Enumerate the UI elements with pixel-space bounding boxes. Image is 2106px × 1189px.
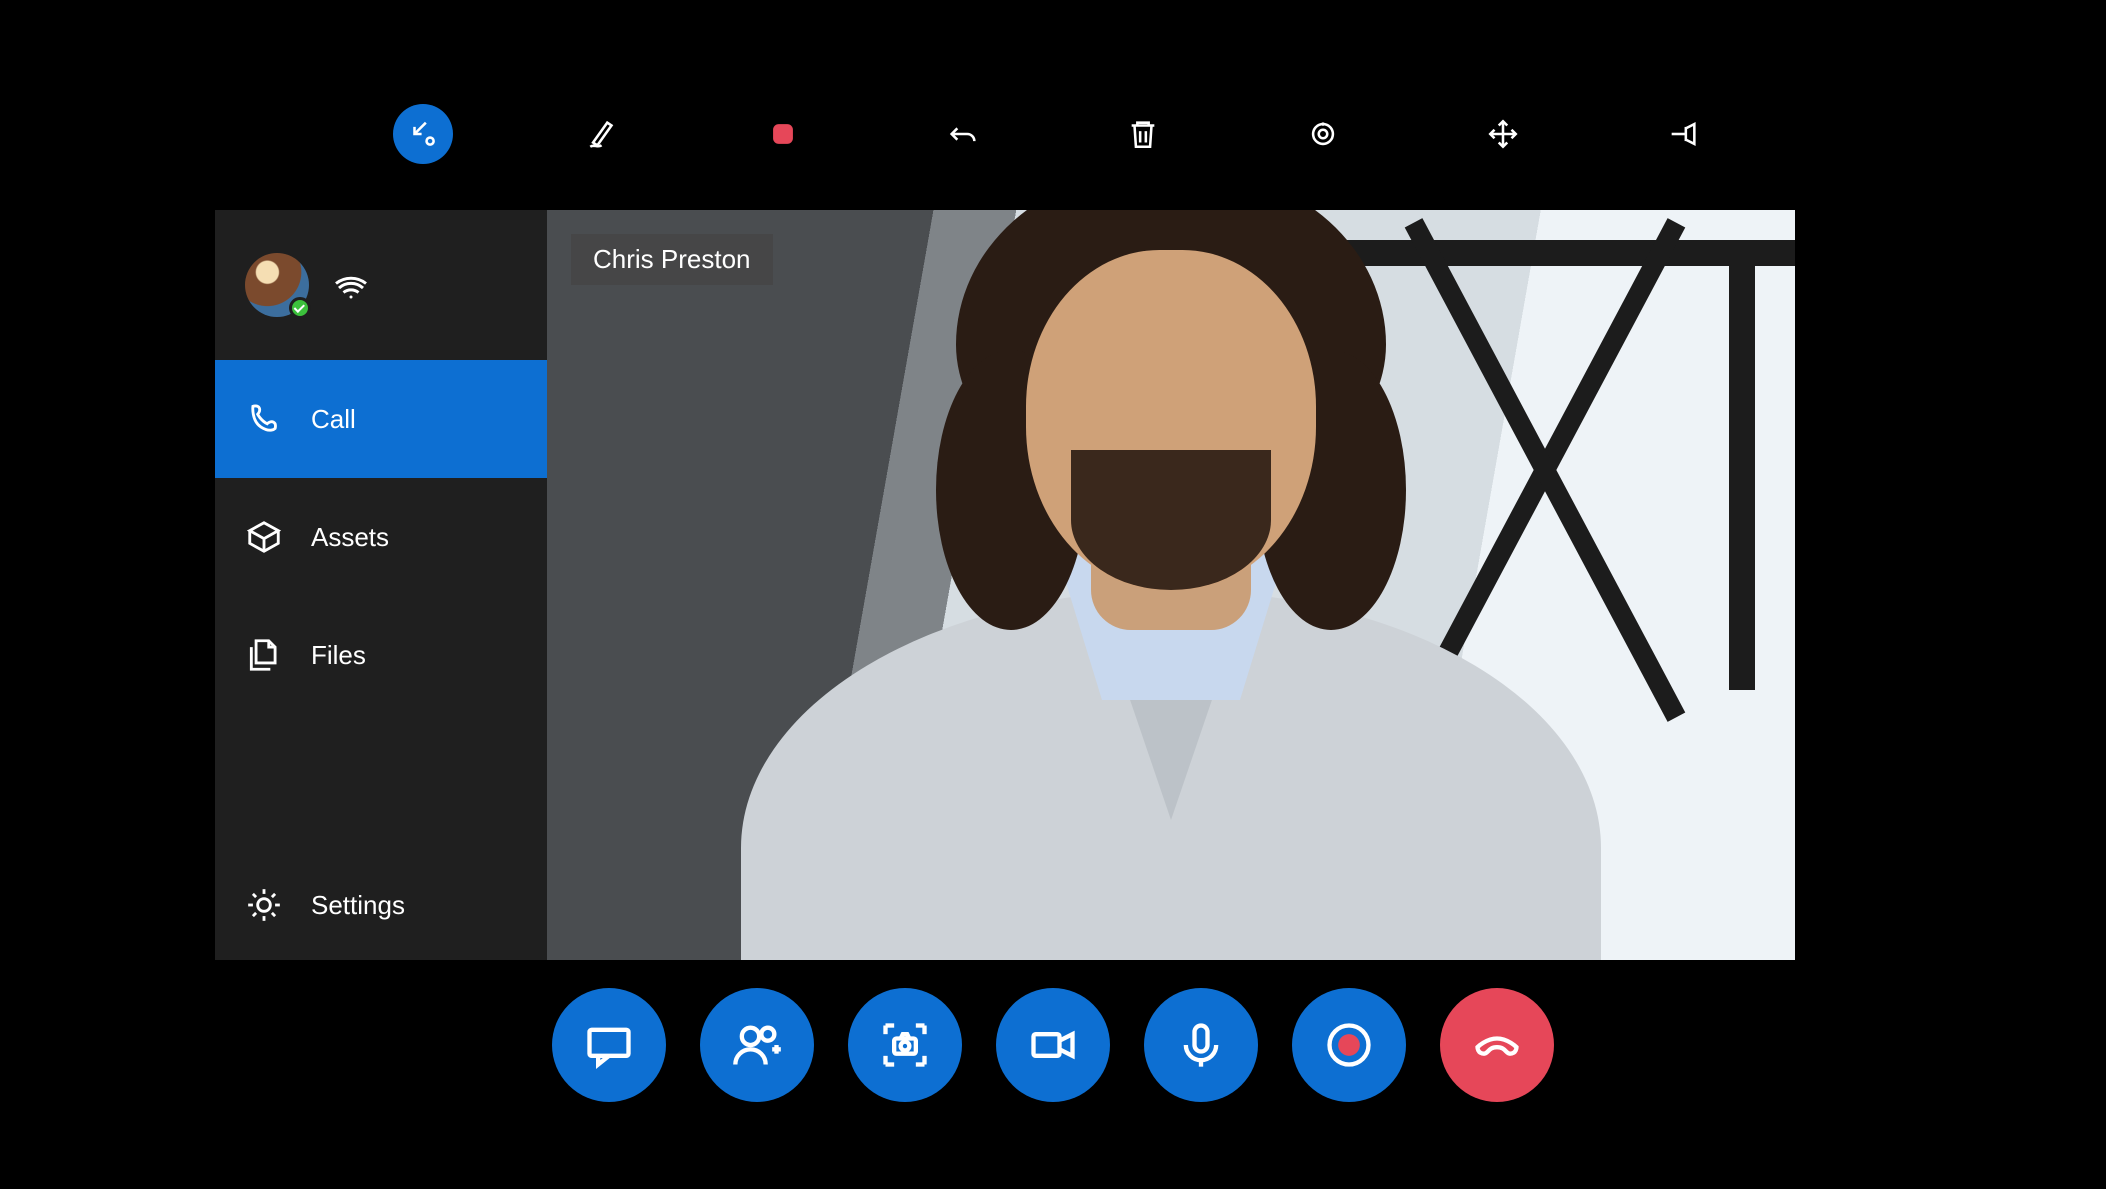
participant-name-tag: Chris Preston (571, 234, 773, 285)
capture-button[interactable] (848, 988, 962, 1102)
network-status-icon (333, 264, 369, 307)
target-icon (1306, 117, 1340, 151)
undo-icon (946, 117, 980, 151)
hang-up-icon (1471, 1019, 1523, 1071)
mic-button[interactable] (1144, 988, 1258, 1102)
ink-icon (586, 117, 620, 151)
move-button[interactable] (1473, 104, 1533, 164)
participant-name: Chris Preston (593, 244, 751, 274)
remote-participant (761, 400, 1581, 960)
sidebar-item-label: Assets (311, 522, 389, 553)
sidebar-item-label: Files (311, 640, 366, 671)
undo-button[interactable] (933, 104, 993, 164)
sidebar: Call Assets Files Settings (215, 210, 547, 960)
sidebar-item-assets[interactable]: Assets (215, 478, 547, 596)
delete-button[interactable] (1113, 104, 1173, 164)
record-icon (1323, 1019, 1375, 1071)
collapse-button[interactable] (393, 104, 453, 164)
presence-available-icon (289, 297, 311, 319)
top-toolbar (0, 94, 2106, 174)
sidebar-nav: Call Assets Files (215, 360, 547, 714)
call-controls (0, 988, 2106, 1102)
video-icon (1027, 1019, 1079, 1071)
pin-button[interactable] (1653, 104, 1713, 164)
pin-icon (1666, 117, 1700, 151)
focus-button[interactable] (1293, 104, 1353, 164)
move-icon (1486, 117, 1520, 151)
ink-button[interactable] (573, 104, 633, 164)
add-participant-button[interactable] (700, 988, 814, 1102)
stop-button[interactable] (753, 104, 813, 164)
sidebar-item-label: Call (311, 404, 356, 435)
avatar[interactable] (245, 253, 309, 317)
box-icon (245, 518, 283, 556)
chat-icon (583, 1019, 635, 1071)
record-button[interactable] (1292, 988, 1406, 1102)
sidebar-item-settings[interactable]: Settings (215, 850, 547, 960)
mic-icon (1175, 1019, 1227, 1071)
files-icon (245, 636, 283, 674)
sidebar-item-call[interactable]: Call (215, 360, 547, 478)
video-button[interactable] (996, 988, 1110, 1102)
end-call-button[interactable] (1440, 988, 1554, 1102)
gear-icon (245, 886, 283, 924)
camera-capture-icon (879, 1019, 931, 1071)
sidebar-item-label: Settings (311, 890, 405, 921)
main-panel: Call Assets Files Settings (215, 210, 1795, 960)
video-feed: Chris Preston (547, 210, 1795, 960)
sidebar-item-files[interactable]: Files (215, 596, 547, 714)
trash-icon (1126, 117, 1160, 151)
chat-button[interactable] (552, 988, 666, 1102)
profile-area (215, 210, 547, 360)
stop-icon (766, 117, 800, 151)
phone-icon (245, 400, 283, 438)
collapse-icon (406, 117, 440, 151)
add-person-icon (731, 1019, 783, 1071)
